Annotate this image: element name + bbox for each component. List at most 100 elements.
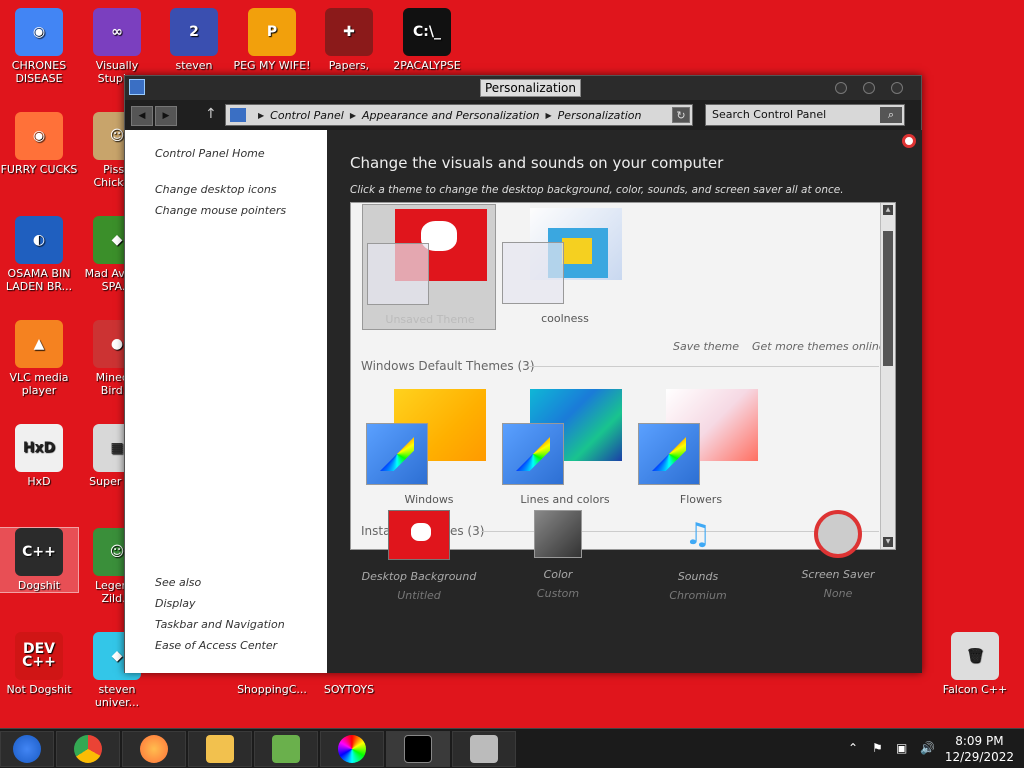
close-button[interactable] — [891, 82, 903, 94]
back-button[interactable]: ◀ — [131, 106, 153, 126]
music-notes-icon: ♫ — [684, 517, 712, 552]
palette-icon — [502, 423, 564, 485]
theme-name: coolness — [541, 312, 589, 325]
app-icon: ◐ — [15, 216, 63, 264]
desktop-icon-label: steven — [175, 59, 213, 72]
personalization-window: Personalization ◀ ▶ ↑ ▶ Control Panel ▶ … — [124, 75, 922, 673]
palette-icon — [366, 423, 428, 485]
content-pane: Change the visuals and sounds on your co… — [327, 130, 922, 673]
link-display[interactable]: Display — [155, 597, 196, 610]
search-icon[interactable]: ⌕ — [880, 107, 902, 123]
minimize-button[interactable] — [835, 82, 847, 94]
up-arrow-icon[interactable]: ↑ — [205, 106, 217, 122]
link-ease-of-access[interactable]: Ease of Access Center — [155, 639, 277, 652]
taskbar-file-explorer[interactable] — [188, 731, 252, 767]
taskbar-cmd[interactable] — [386, 731, 450, 767]
taskbar-personalization[interactable] — [320, 731, 384, 767]
link-control-panel-home[interactable]: Control Panel Home — [155, 147, 265, 160]
desktop-icon-2[interactable]: 2 steven — [155, 8, 233, 72]
theme-unsaved[interactable]: Unsaved Theme — [362, 204, 496, 330]
devcpp-icon: DEV C++ — [15, 632, 63, 680]
desktop-icon-12[interactable]: HxD HxD — [0, 424, 78, 488]
app-icon — [272, 735, 300, 763]
color-button[interactable]: Color Custom — [493, 510, 623, 600]
scroll-up-arrow[interactable]: ▲ — [883, 205, 893, 215]
volume-icon[interactable]: 🔊 — [920, 741, 935, 755]
network-icon[interactable]: ▣ — [896, 741, 910, 755]
link-taskbar-navigation[interactable]: Taskbar and Navigation — [155, 618, 285, 631]
desktop-icon-label: 2PACALYPSE — [393, 59, 461, 72]
desktop-icon-14[interactable]: C++ Dogshit — [0, 527, 79, 593]
help-icon[interactable] — [902, 134, 916, 148]
desktop-icon-16[interactable]: DEV C++ Not Dogshit — [0, 632, 78, 696]
chrome-icon — [74, 735, 102, 763]
taskbar-chrome[interactable] — [56, 731, 120, 767]
window-title: Personalization — [480, 79, 581, 97]
save-theme-link[interactable]: Save theme — [673, 340, 739, 353]
desktop-icon-6[interactable]: ◉ FURRY CUCKS — [0, 112, 78, 176]
app-icon — [470, 735, 498, 763]
desktop-icon-label: HxD — [27, 475, 51, 488]
theme-lines-and-colors[interactable]: Lines and colors — [498, 385, 632, 511]
start-button[interactable] — [0, 731, 54, 767]
visual-studio-icon: ∞ — [93, 8, 141, 56]
scroll-thumb[interactable] — [883, 231, 893, 366]
search-input[interactable]: Search Control Panel ⌕ — [705, 104, 905, 126]
hxd-icon: HxD — [15, 424, 63, 472]
page-subtitle: Click a theme to change the desktop back… — [350, 184, 844, 196]
forward-button[interactable]: ▶ — [155, 106, 177, 126]
theme-windows[interactable]: Windows — [362, 385, 496, 511]
app-icon: ✚ — [325, 8, 373, 56]
desktop-icon-5[interactable]: C:\_ 2PACALYPSE — [388, 8, 466, 72]
maximize-button[interactable] — [863, 82, 875, 94]
navigation-bar: ◀ ▶ ↑ ▶ Control Panel ▶ Appearance and P… — [125, 100, 921, 130]
link-change-mouse-pointers[interactable]: Change mouse pointers — [155, 204, 286, 217]
theme-color-swatch — [502, 242, 564, 304]
breadcrumb-appearance[interactable]: Appearance and Personalization — [362, 109, 540, 122]
desktop-background-button[interactable]: Desktop Background Untitled — [354, 510, 484, 602]
firefox-icon — [140, 735, 168, 763]
taskbar: ⌃ ⚑ ▣ 🔊 8:09 PM 12/29/2022 — [0, 728, 1024, 768]
clock[interactable]: 8:09 PM 12/29/2022 — [945, 733, 1014, 765]
desktop-icon-3[interactable]: P PEG MY WIFE! — [233, 8, 311, 72]
see-also-title: See also — [155, 576, 202, 589]
desktop-icon-20[interactable]: 🗑 Falcon C++ — [936, 632, 1014, 696]
breadcrumb-control-panel[interactable]: Control Panel — [270, 109, 344, 122]
flag-icon[interactable]: ⚑ — [872, 741, 886, 755]
palette-icon — [638, 423, 700, 485]
link-change-desktop-icons[interactable]: Change desktop icons — [155, 183, 277, 196]
taskbar-firefox[interactable] — [122, 731, 186, 767]
title-bar[interactable]: Personalization — [125, 76, 921, 100]
refresh-icon[interactable]: ↻ — [672, 107, 690, 123]
address-bar[interactable]: ▶ Control Panel ▶ Appearance and Persona… — [225, 104, 693, 126]
breadcrumb-personalization[interactable]: Personalization — [558, 109, 642, 122]
taskbar-app[interactable] — [254, 731, 318, 767]
theme-flowers[interactable]: Flowers — [634, 385, 768, 511]
desktop-icon-label: ShoppingC... — [237, 683, 307, 696]
desktop-icon-1[interactable]: ∞ Visually Stupi... — [78, 8, 156, 85]
page-title: Change the visuals and sounds on your co… — [350, 154, 724, 172]
app-icon: C++ — [15, 528, 63, 576]
desktop-icon-8[interactable]: ◐ OSAMA BIN LADEN BR... — [0, 216, 78, 293]
desktop-icon-4[interactable]: ✚ Papers, — [310, 8, 388, 72]
folder-icon — [206, 735, 234, 763]
screen-saver-button[interactable]: Screen Saver None — [773, 510, 903, 600]
palette-icon — [338, 735, 366, 763]
desktop-icon-label: FURRY CUCKS — [0, 163, 78, 176]
cmd-icon — [404, 735, 432, 763]
get-more-themes-link[interactable]: Get more themes online — [752, 340, 886, 353]
taskbar-app-2[interactable] — [452, 731, 516, 767]
no-screen-saver-icon — [814, 510, 862, 558]
desktop-icon-label: Dogshit — [17, 579, 61, 592]
desktop-background-icon — [388, 510, 450, 560]
vlc-icon: ▲ — [15, 320, 63, 368]
color-swatch-icon — [534, 510, 582, 558]
control-panel-icon — [230, 108, 246, 122]
theme-color-swatch — [367, 243, 429, 305]
recycle-bin-icon: 🗑 — [951, 632, 999, 680]
desktop-icon-10[interactable]: ▲ VLC media player — [0, 320, 78, 397]
theme-coolness[interactable]: coolness — [498, 204, 632, 330]
sounds-button[interactable]: ♫ Sounds Chromium — [633, 510, 763, 602]
show-hidden-icons[interactable]: ⌃ — [848, 741, 862, 755]
desktop-icon-0[interactable]: ◉ CHRONES DISEASE — [0, 8, 78, 85]
